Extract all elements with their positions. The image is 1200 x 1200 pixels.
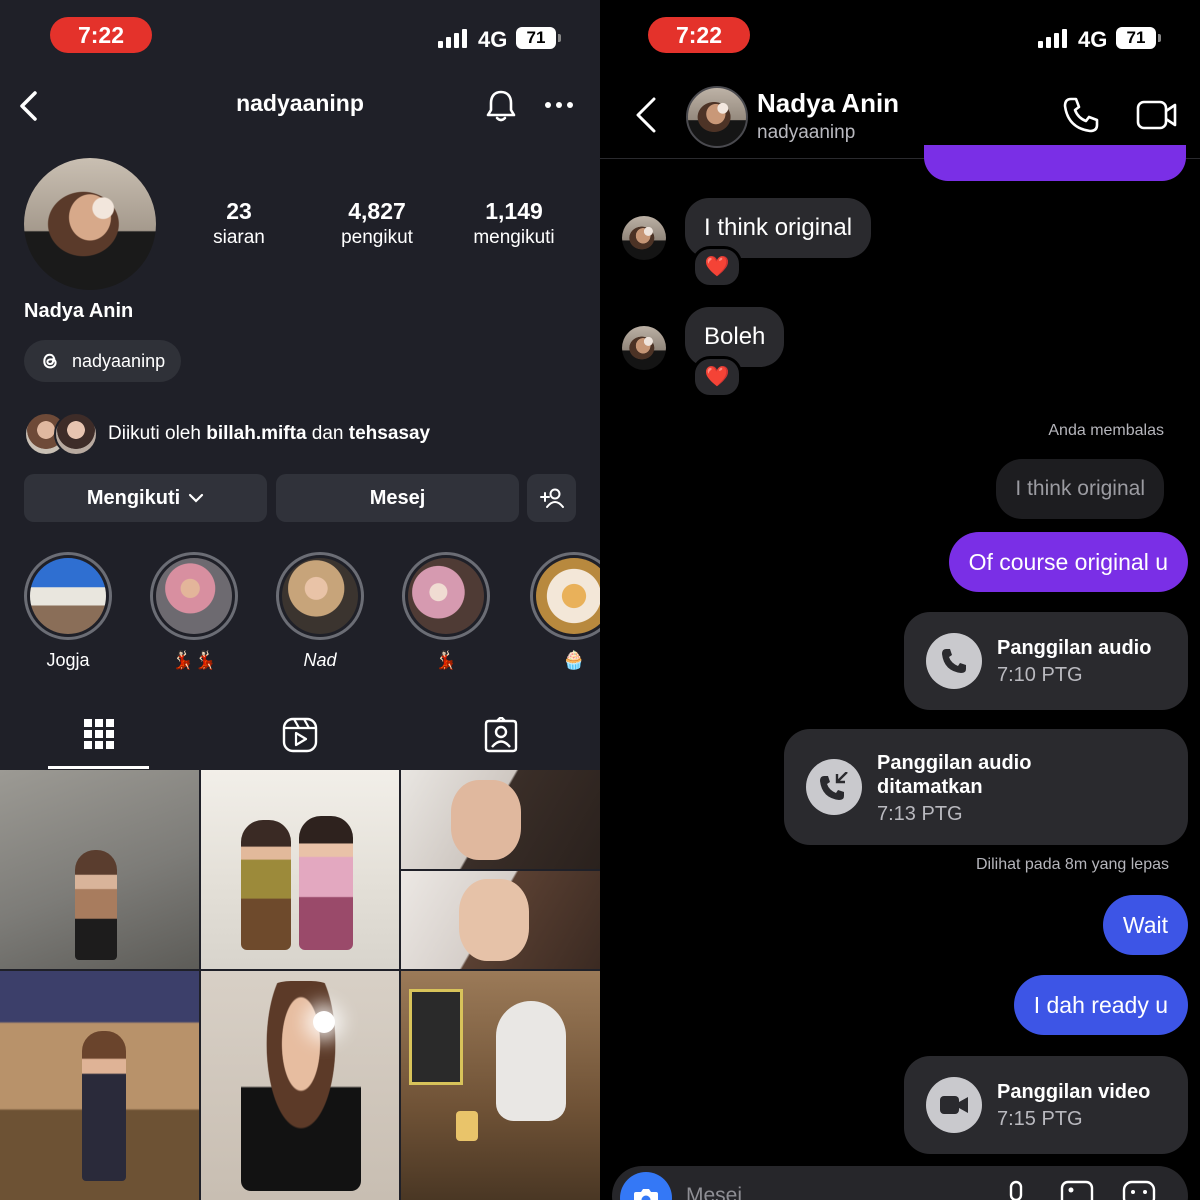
status-time: 7:22 bbox=[50, 17, 152, 53]
signal-icon bbox=[1038, 28, 1067, 48]
message-button[interactable]: Mesej bbox=[276, 474, 519, 522]
audio-call-card[interactable]: Panggilan audio 7:10 PTG bbox=[904, 612, 1188, 710]
followed-by-prefix: Diikuti oleh bbox=[108, 423, 201, 444]
message-bubble-out-partial[interactable] bbox=[924, 145, 1186, 181]
call-time: 7:15 PTG bbox=[997, 1108, 1083, 1130]
heart-reaction-icon[interactable]: ❤️ bbox=[692, 246, 742, 288]
message-button-label: Mesej bbox=[369, 486, 426, 509]
profile-display-name: Nadya Anin bbox=[24, 300, 134, 322]
highlight-item[interactable]: 💃🏻 bbox=[398, 552, 494, 672]
mutual-avatar-2 bbox=[54, 412, 98, 456]
post-thumbnail[interactable] bbox=[201, 770, 399, 969]
highlight-item[interactable]: 💃🏻💃🏻 bbox=[146, 552, 242, 672]
phone-icon bbox=[926, 633, 982, 689]
gallery-icon[interactable] bbox=[1060, 1180, 1094, 1200]
call-title-line2: ditamatkan bbox=[877, 776, 983, 798]
highlight-caption: 🧁 bbox=[562, 650, 586, 670]
signal-icon bbox=[438, 28, 467, 48]
reply-quote[interactable]: I think original bbox=[996, 459, 1164, 519]
sticker-icon[interactable] bbox=[1122, 1180, 1156, 1200]
stat-posts[interactable]: 23 siaran bbox=[194, 198, 284, 249]
network-type: 4G bbox=[478, 27, 508, 52]
video-camera-icon[interactable] bbox=[1136, 98, 1178, 132]
more-options-icon[interactable] bbox=[544, 100, 574, 110]
mutual-followers[interactable]: Diikuti oleh billah.mifta dan tehsasay bbox=[24, 412, 430, 456]
seen-status: Dilihat pada 8m yang lepas bbox=[975, 856, 1169, 873]
post-thumbnail[interactable] bbox=[0, 770, 199, 969]
profile-screen: 7:22 4G 71 nadyaaninp 23 siaran 4,827 pe… bbox=[0, 0, 600, 1200]
posts-grid bbox=[0, 770, 600, 1200]
call-title: Panggilan video bbox=[997, 1081, 1151, 1103]
status-bar: 7:22 4G 71 bbox=[0, 0, 600, 70]
stat-followers-label: pengikut bbox=[341, 227, 413, 248]
stat-following-label: mengikuti bbox=[473, 227, 555, 248]
call-title: Panggilan audio bbox=[997, 637, 1152, 659]
camera-icon bbox=[634, 1189, 658, 1200]
highlight-item[interactable]: 🧁 bbox=[526, 552, 600, 672]
highlight-caption: 💃🏻 bbox=[434, 650, 458, 670]
profile-content-tabs bbox=[0, 712, 600, 770]
stat-following-value: 1,149 bbox=[485, 198, 543, 224]
bell-icon[interactable] bbox=[484, 88, 518, 124]
followed-by-joiner: dan bbox=[311, 423, 344, 444]
status-time: 7:22 bbox=[648, 17, 750, 53]
ended-call-card[interactable]: Panggilan audio ditamatkan 7:13 PTG bbox=[784, 729, 1188, 845]
add-user-button[interactable] bbox=[527, 474, 576, 522]
phone-icon[interactable] bbox=[1062, 96, 1100, 134]
reply-label: Anda membalas bbox=[1048, 422, 1164, 439]
call-title-line1: Panggilan audio bbox=[877, 752, 1032, 774]
call-time: 7:13 PTG bbox=[877, 803, 963, 825]
threads-icon bbox=[43, 353, 57, 369]
message-bubble-out[interactable]: Wait bbox=[1102, 895, 1188, 955]
post-thumbnail[interactable] bbox=[401, 871, 600, 969]
add-person-icon bbox=[539, 488, 564, 508]
video-call-card[interactable]: Panggilan video 7:15 PTG bbox=[904, 1056, 1188, 1154]
chevron-down-icon bbox=[189, 493, 204, 503]
reels-icon[interactable] bbox=[282, 717, 318, 753]
chat-contact-username[interactable]: nadyaaninp bbox=[757, 122, 855, 144]
chat-contact-name[interactable]: Nadya Anin bbox=[757, 88, 899, 119]
profile-avatar[interactable] bbox=[24, 158, 156, 290]
sender-avatar[interactable] bbox=[622, 216, 666, 260]
video-camera-icon bbox=[926, 1077, 982, 1133]
battery-level: 71 bbox=[516, 27, 561, 49]
following-button-label: Mengikuti bbox=[86, 486, 181, 509]
stat-posts-value: 23 bbox=[226, 198, 252, 224]
active-tab-indicator bbox=[48, 766, 149, 769]
post-thumbnail[interactable] bbox=[0, 971, 199, 1200]
threads-badge[interactable]: nadyaaninp bbox=[24, 340, 182, 382]
network-type: 4G bbox=[1078, 27, 1108, 52]
call-time: 7:10 PTG bbox=[997, 664, 1083, 686]
grid-icon[interactable] bbox=[83, 718, 115, 750]
threads-handle: nadyaaninp bbox=[72, 350, 166, 371]
stat-following[interactable]: 1,149 mengikuti bbox=[458, 198, 570, 249]
message-bubble-out[interactable]: I dah ready u bbox=[1013, 975, 1188, 1035]
highlight-caption: Jogja bbox=[46, 650, 90, 670]
status-bar: 7:22 4G 71 bbox=[600, 0, 1200, 70]
highlight-caption: Nad bbox=[303, 650, 337, 670]
stat-followers-value: 4,827 bbox=[348, 198, 406, 224]
highlight-caption: 💃🏻💃🏻 bbox=[171, 650, 217, 670]
followed-by-user2[interactable]: tehsasay bbox=[349, 423, 430, 444]
highlight-item[interactable]: Jogja bbox=[20, 552, 116, 672]
battery-level: 71 bbox=[1116, 27, 1161, 49]
tagged-icon[interactable] bbox=[483, 717, 519, 753]
sender-avatar[interactable] bbox=[622, 326, 666, 370]
chat-screen: 7:22 4G 71 Nadya Anin nadyaaninp I think… bbox=[600, 0, 1200, 1200]
back-chevron-icon[interactable] bbox=[634, 96, 658, 134]
following-button[interactable]: Mengikuti bbox=[24, 474, 267, 522]
followed-by-user1[interactable]: billah.mifta bbox=[206, 423, 306, 444]
highlight-item[interactable]: Nad bbox=[272, 552, 368, 672]
post-thumbnail[interactable] bbox=[401, 971, 600, 1200]
stat-posts-label: siaran bbox=[213, 227, 265, 248]
call-ended-icon bbox=[806, 759, 862, 815]
chat-avatar[interactable] bbox=[686, 86, 748, 148]
stat-followers[interactable]: 4,827 pengikut bbox=[322, 198, 432, 249]
post-thumbnail[interactable] bbox=[201, 971, 399, 1200]
message-input[interactable]: Mesej bbox=[686, 1184, 742, 1200]
message-bubble-out[interactable]: Of course original u bbox=[948, 532, 1188, 592]
heart-reaction-icon[interactable]: ❤️ bbox=[692, 356, 742, 398]
post-thumbnail[interactable] bbox=[401, 770, 600, 869]
microphone-icon[interactable] bbox=[1004, 1180, 1028, 1200]
